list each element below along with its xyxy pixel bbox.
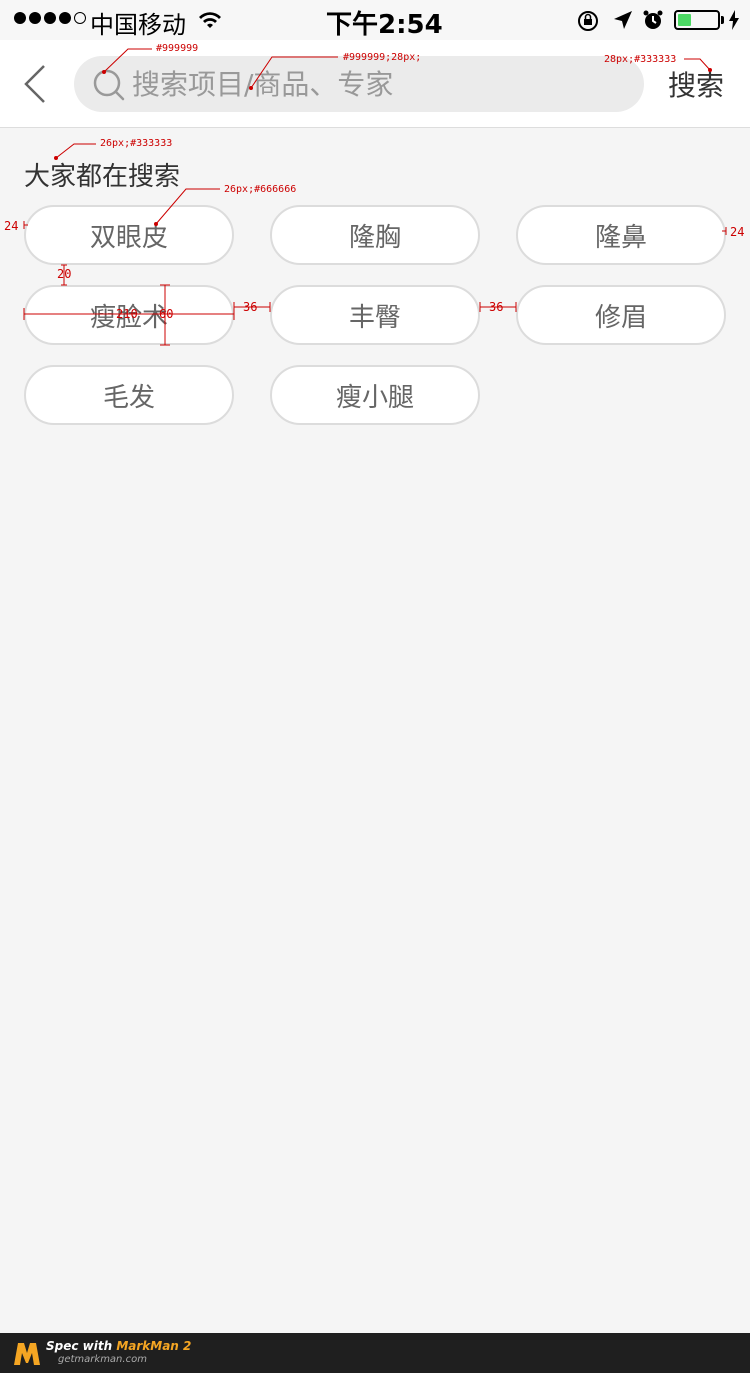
- search-button[interactable]: 搜索: [668, 64, 724, 104]
- signal-strength-icon: [14, 12, 86, 24]
- annotation-label: 24: [4, 219, 19, 233]
- battery-level: [678, 14, 692, 26]
- orientation-lock-icon: [578, 11, 598, 31]
- back-button[interactable]: [18, 62, 54, 106]
- status-time: 下午2:54: [326, 10, 443, 40]
- status-bar: 中国移动 下午2:54: [0, 0, 750, 40]
- location-icon: [614, 11, 632, 29]
- tag-button[interactable]: 瘦小腿: [270, 365, 480, 425]
- tag-button[interactable]: 修眉: [516, 285, 726, 345]
- search-icon: [93, 69, 125, 101]
- annotation-label: 28px;#333333: [604, 54, 677, 65]
- annotation-label: #999999;28px;: [343, 52, 422, 63]
- tag-button[interactable]: 隆胸: [270, 205, 480, 265]
- footer-url: getmarkman.com: [58, 1354, 147, 1365]
- tag-button[interactable]: 丰臀: [270, 285, 480, 345]
- annotation-label: 26px;#333333: [100, 138, 173, 149]
- search-box[interactable]: [74, 56, 644, 112]
- charging-icon: [729, 10, 739, 30]
- annotation-label: 36: [243, 300, 258, 314]
- chevron-left-icon: [24, 65, 45, 103]
- popular-searches-title: 大家都在搜索: [24, 162, 181, 192]
- annotation-label: 36: [489, 300, 504, 314]
- footer-brand: Spec with MarkMan 2: [46, 1339, 192, 1353]
- tag-button[interactable]: 隆鼻: [516, 205, 726, 265]
- search-input[interactable]: [132, 56, 622, 112]
- annotation-label: 26px;#666666: [224, 184, 297, 195]
- wifi-icon: [199, 12, 221, 28]
- carrier-name: 中国移动: [90, 11, 186, 39]
- annotation-label: 20: [57, 267, 72, 281]
- tag-button[interactable]: 毛发: [24, 365, 234, 425]
- annotation-label: #999999: [156, 43, 199, 54]
- annotation-label: 24: [730, 225, 745, 239]
- battery-icon: [674, 10, 720, 30]
- annotation-label: 60: [159, 307, 174, 321]
- alarm-icon: [643, 10, 663, 29]
- markman-footer: Spec with MarkMan 2 getmarkman.com: [0, 1333, 750, 1373]
- markman-logo-icon: [14, 1343, 40, 1365]
- tag-button[interactable]: 双眼皮: [24, 205, 234, 265]
- annotation-label: 210: [116, 307, 138, 321]
